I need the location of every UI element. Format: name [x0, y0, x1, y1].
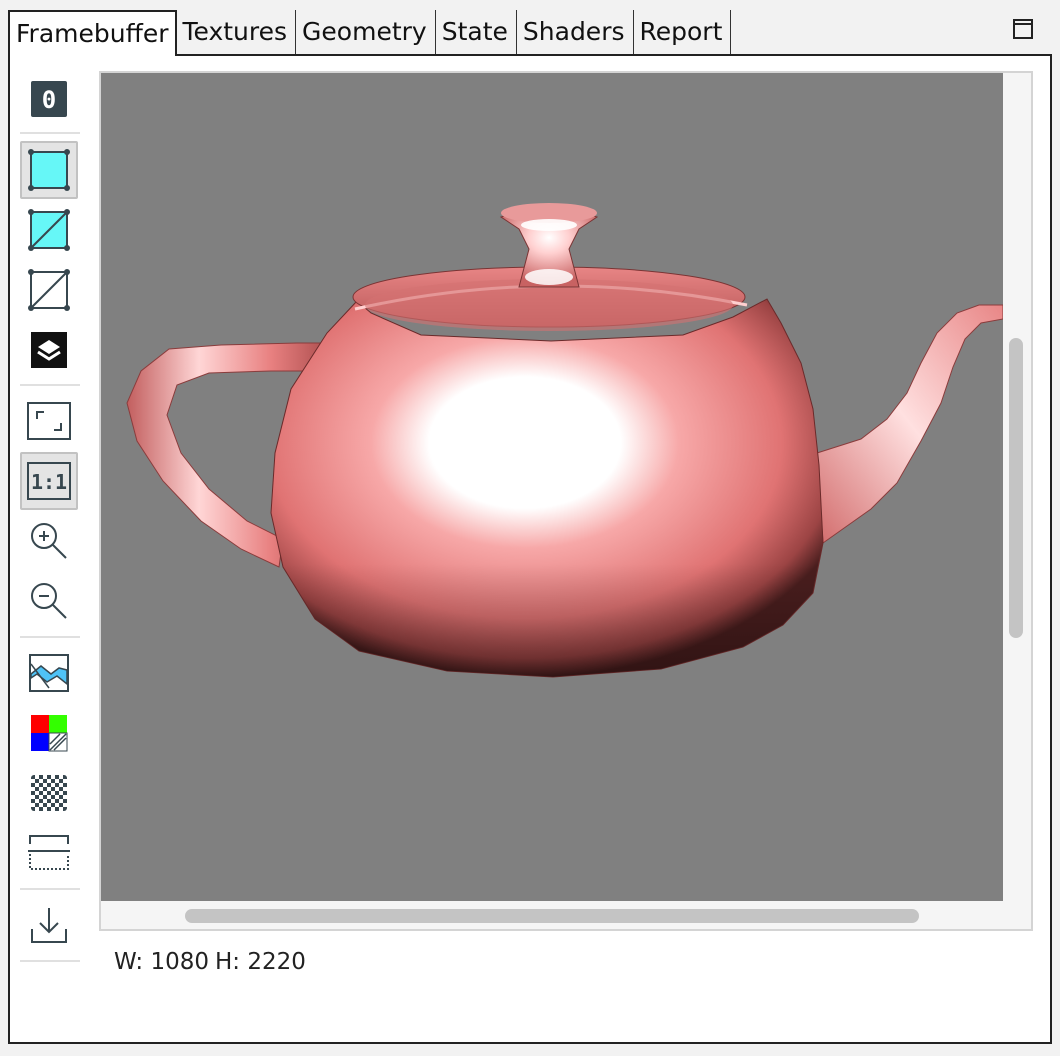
teapot-render	[126, 203, 1003, 678]
zoom-in-button[interactable]	[20, 512, 78, 570]
toolbar-separator	[20, 960, 80, 962]
tab-bar: Framebuffer Textures Geometry State Shad…	[8, 10, 732, 56]
render-rect-button[interactable]	[20, 141, 78, 199]
zoom-actual-button[interactable]: 1:1	[20, 452, 78, 510]
teapot-spout	[816, 304, 1003, 544]
tab-geometry[interactable]: Geometry	[296, 10, 436, 54]
save-image-icon	[31, 908, 67, 943]
framebuffer-viewport[interactable]	[99, 71, 1033, 931]
attachment-index-label: 0	[42, 86, 56, 114]
tab-report[interactable]: Report	[633, 10, 732, 54]
flip-vertical-button[interactable]	[20, 824, 78, 882]
fit-to-window-button[interactable]	[20, 392, 78, 450]
attachment-index-icon: 0	[31, 81, 67, 117]
attachment-index-button[interactable]: 0	[20, 70, 78, 128]
toolbar-separator	[20, 132, 80, 134]
render-overdraw-button[interactable]	[20, 321, 78, 379]
tab-framebuffer[interactable]: Framebuffer	[8, 10, 177, 56]
render-shaded-wireframe-icon	[28, 209, 70, 251]
render-shaded-wireframe-button[interactable]	[20, 201, 78, 259]
framebuffer-width: W: 1080	[114, 949, 209, 975]
histogram-icon	[29, 654, 69, 692]
framebuffer-panel: 0 1:1 W: 1080 H: 2220	[8, 54, 1052, 1044]
zoom-actual-icon: 1:1	[27, 462, 71, 500]
render-wireframe-icon	[28, 269, 70, 311]
toolbar-separator	[20, 384, 80, 386]
framebuffer-image[interactable]	[101, 73, 1003, 901]
render-overdraw-icon	[31, 332, 67, 368]
color-channels-icon	[31, 715, 68, 752]
toolbar-separator	[20, 636, 80, 638]
zoom-out-icon	[31, 583, 67, 619]
color-channels-button[interactable]	[20, 704, 78, 762]
zoom-out-button[interactable]	[20, 572, 78, 630]
teapot-knob-highlight	[521, 219, 577, 231]
tab-textures[interactable]: Textures	[176, 10, 297, 54]
toolbar-separator	[20, 888, 80, 890]
histogram-button[interactable]	[20, 644, 78, 702]
tab-shaders[interactable]: Shaders	[516, 10, 634, 54]
save-image-button[interactable]	[20, 896, 78, 954]
fit-to-window-icon	[27, 402, 71, 440]
checkerboard-button[interactable]	[20, 764, 78, 822]
horizontal-scrollbar-thumb[interactable]	[185, 909, 919, 923]
tab-state[interactable]: State	[435, 10, 517, 54]
render-rect-icon	[28, 149, 70, 191]
zoom-in-icon	[31, 523, 67, 559]
teapot-body-shadow	[271, 299, 823, 677]
vertical-scrollbar-thumb[interactable]	[1009, 338, 1023, 638]
teapot-knob-neck-highlight	[525, 269, 573, 285]
checkerboard-icon	[31, 775, 67, 811]
restore-window-icon[interactable]	[1013, 19, 1033, 39]
flip-vertical-icon	[28, 835, 70, 870]
framebuffer-height: H: 2220	[215, 949, 306, 975]
zoom-actual-label: 1:1	[31, 470, 67, 494]
framebuffer-dimensions: W: 1080 H: 2220	[114, 949, 312, 975]
render-wireframe-button[interactable]	[20, 261, 78, 319]
